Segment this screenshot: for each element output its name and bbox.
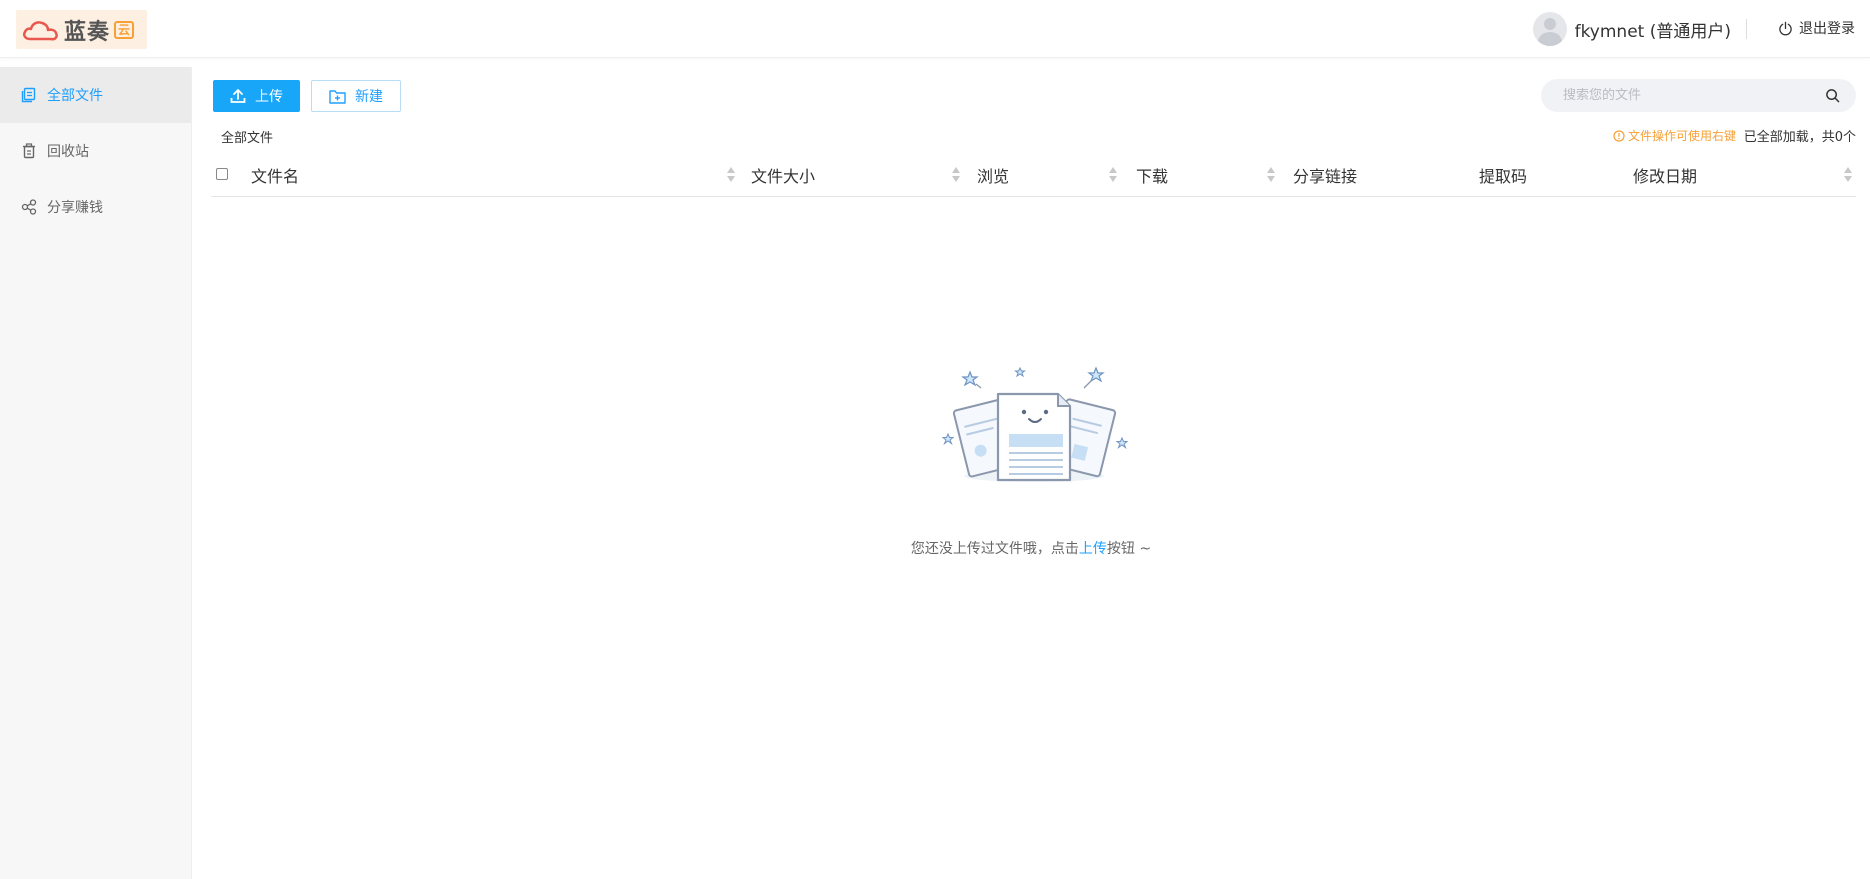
breadcrumb[interactable]: 全部文件	[221, 127, 273, 146]
empty-text-before: 您还没上传过文件哦，点击	[910, 541, 1079, 557]
user-info[interactable]: fkymnet (普通用户)	[1532, 11, 1731, 47]
logo[interactable]: 蓝奏 云	[16, 10, 147, 49]
power-icon	[1779, 21, 1792, 35]
file-table-header: 文件名 文件大小 浏览 下载 分享链接 提取码 修改日期	[211, 152, 1856, 197]
sidebar: 全部文件 回收站 分享赚钱	[0, 67, 192, 879]
logo-badge: 云	[114, 20, 135, 39]
sort-downloads-icon[interactable]	[1267, 167, 1275, 183]
trash-icon	[23, 143, 35, 159]
logout-label: 退出登录	[1799, 21, 1855, 37]
header-divider	[1746, 19, 1747, 39]
main-content: 上传 新建 全部文件 文件操作可使用右键 已全部加载，共0个 文件名 文件大小	[192, 58, 1870, 879]
username[interactable]: fkymnet (普通用户)	[1575, 17, 1731, 42]
column-header-share-link: 分享链接	[1293, 166, 1358, 186]
empty-upload-link[interactable]: 上传	[1079, 541, 1107, 557]
logout-button[interactable]: 退出登录	[1778, 18, 1855, 38]
tip-text: 文件操作可使用右键	[1627, 129, 1736, 143]
column-header-filename[interactable]: 文件名	[251, 152, 299, 197]
column-header-size[interactable]: 文件大小	[751, 152, 815, 197]
empty-state-message: 您还没上传过文件哦，点击上传按钮 ~	[192, 538, 1870, 558]
select-all-checkbox[interactable]	[216, 168, 228, 180]
cloud-icon	[22, 20, 58, 40]
empty-state-illustration	[941, 366, 1129, 482]
upload-label: 上传	[255, 89, 283, 105]
column-header-views[interactable]: 浏览	[977, 152, 1009, 197]
search-icon[interactable]	[1825, 88, 1840, 103]
new-folder-icon	[329, 89, 346, 104]
search-box	[1541, 79, 1856, 112]
search-input[interactable]	[1563, 88, 1825, 103]
sidebar-item-all-files[interactable]: 全部文件	[0, 67, 191, 123]
column-header-code: 提取码	[1479, 166, 1528, 186]
sidebar-item-share-earn[interactable]: 分享赚钱	[0, 179, 191, 235]
new-label: 新建	[355, 89, 383, 105]
column-header-downloads[interactable]: 下载	[1136, 152, 1168, 197]
load-status: 已全部加载，共0个	[1743, 130, 1856, 145]
share-icon	[21, 199, 37, 215]
sidebar-item-label: 回收站	[47, 144, 89, 160]
column-header-modified[interactable]: 修改日期	[1633, 152, 1697, 197]
empty-text-after: 按钮 ~	[1106, 541, 1152, 557]
sidebar-item-label: 分享赚钱	[47, 200, 103, 216]
sort-modified-icon[interactable]	[1844, 167, 1852, 183]
context-menu-tip: 文件操作可使用右键	[1613, 127, 1736, 144]
new-folder-button[interactable]: 新建	[311, 80, 401, 112]
sort-filename-icon[interactable]	[727, 167, 735, 183]
upload-icon	[230, 89, 246, 103]
sidebar-item-label: 全部文件	[47, 88, 103, 104]
files-icon	[21, 87, 36, 103]
sidebar-item-recycle-bin[interactable]: 回收站	[0, 123, 191, 179]
sort-views-icon[interactable]	[1109, 167, 1117, 183]
upload-button[interactable]: 上传	[213, 80, 300, 112]
logo-text: 蓝奏	[64, 19, 111, 45]
header: 蓝奏 云 fkymnet (普通用户) 退出登录	[0, 0, 1870, 58]
sort-size-icon[interactable]	[952, 167, 960, 183]
info-icon	[1613, 129, 1625, 142]
avatar[interactable]	[1532, 12, 1567, 46]
